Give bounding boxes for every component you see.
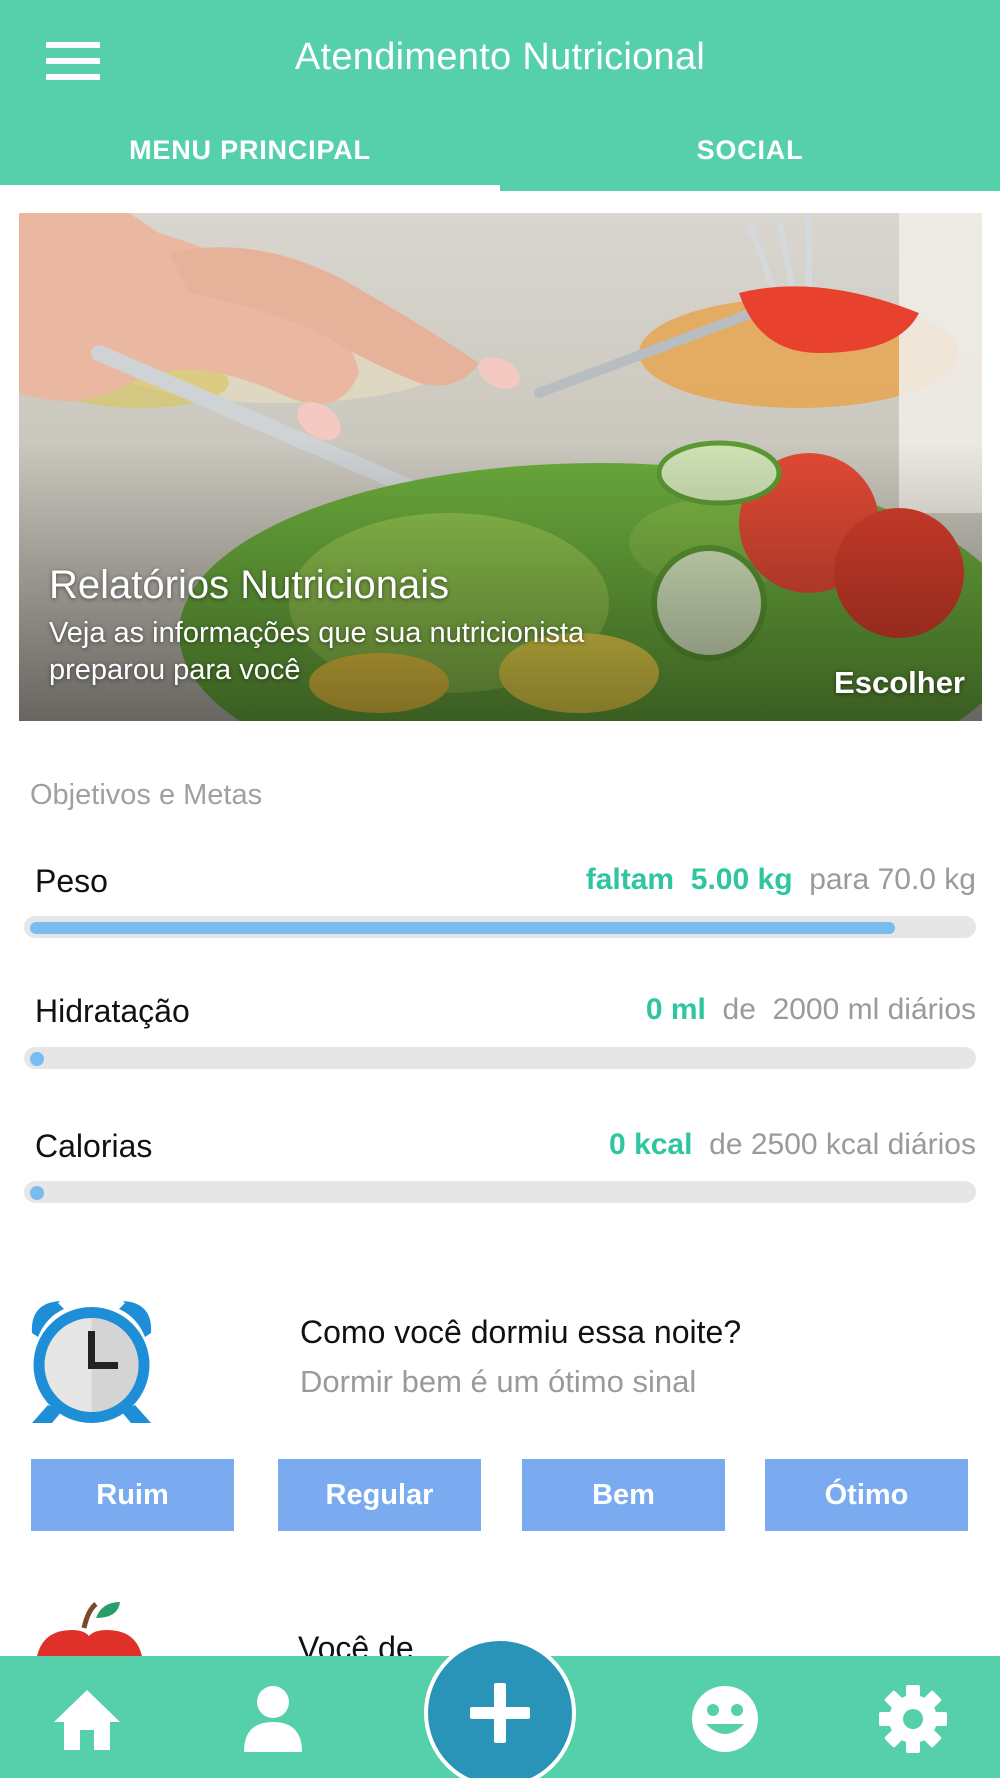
progress-fill xyxy=(30,922,895,934)
progress-bar-calorias xyxy=(24,1181,976,1203)
goal-value: 0 kcal xyxy=(609,1128,693,1161)
progress-fill xyxy=(30,1186,44,1200)
goal-suffix: para xyxy=(809,863,870,896)
alarm-clock-icon xyxy=(24,1295,159,1425)
progress-bar-peso xyxy=(24,916,976,938)
goal-target: 2000 ml diários xyxy=(772,993,976,1026)
sleep-rating-ruim-button[interactable]: Ruim xyxy=(31,1459,234,1531)
goal-suffix: de xyxy=(709,1128,743,1161)
home-icon[interactable] xyxy=(50,1682,124,1756)
add-icon[interactable] xyxy=(424,1637,576,1778)
goals-section-label: Objetivos e Metas xyxy=(30,779,263,811)
header-bottom-edge xyxy=(500,185,1000,191)
goal-status: 0 ml de 2000 ml diários xyxy=(646,993,976,1027)
goal-prefix: faltam xyxy=(585,863,675,896)
sleep-rating-regular-button[interactable]: Regular xyxy=(278,1459,481,1531)
hero-title: Relatórios Nutricionais xyxy=(49,563,450,607)
profile-icon[interactable] xyxy=(236,1682,310,1756)
choose-button[interactable]: Escolher xyxy=(834,665,965,701)
goal-value: 5.00 kg xyxy=(690,863,793,896)
progress-bar-hidratacao xyxy=(24,1047,976,1069)
goal-target: 70.0 kg xyxy=(877,863,976,896)
sleep-rating-otimo-button[interactable]: Ótimo xyxy=(765,1459,968,1531)
apple-icon xyxy=(32,1600,147,1660)
goal-status: faltam 5.00 kg para 70.0 kg xyxy=(586,863,976,897)
goal-suffix: de xyxy=(722,993,756,1026)
goal-value: 0 ml xyxy=(645,993,706,1026)
sleep-rating-bem-button[interactable]: Bem xyxy=(522,1459,725,1531)
settings-icon[interactable] xyxy=(876,1682,950,1756)
goal-label: Calorias xyxy=(35,1128,153,1164)
active-tab-indicator xyxy=(0,185,500,191)
progress-fill xyxy=(30,1052,44,1066)
sleep-question: Como você dormiu essa noite? xyxy=(300,1314,742,1350)
app-header: Atendimento Nutricional MENU PRINCIPAL S… xyxy=(0,0,1000,190)
goal-label: Hidratação xyxy=(35,993,190,1029)
nutrition-reports-card[interactable]: Relatórios Nutricionais Veja as informaç… xyxy=(19,213,982,721)
goal-status: 0 kcal de 2500 kcal diários xyxy=(609,1128,976,1162)
sleep-subtitle: Dormir bem é um ótimo sinal xyxy=(300,1364,697,1399)
smiley-icon[interactable] xyxy=(688,1682,762,1756)
goal-target: 2500 kcal diários xyxy=(750,1128,976,1161)
tab-social[interactable]: SOCIAL xyxy=(500,135,1000,166)
app-title: Atendimento Nutricional xyxy=(294,36,706,78)
goal-label: Peso xyxy=(35,863,108,899)
hero-subtitle: Veja as informações que sua nutricionist… xyxy=(49,617,585,686)
tab-menu-principal[interactable]: MENU PRINCIPAL xyxy=(0,135,500,166)
